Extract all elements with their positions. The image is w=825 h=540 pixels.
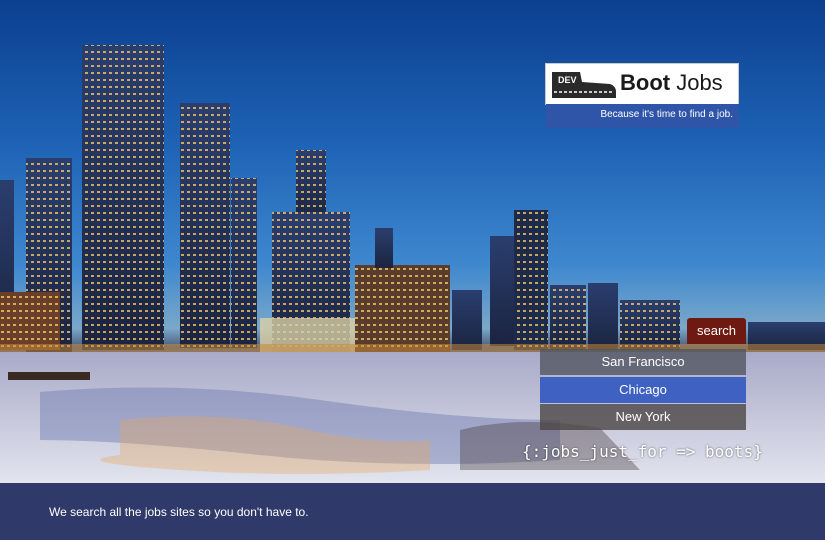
logo-tagline: Because it's time to find a job. [600, 109, 733, 120]
dev-boot-jobs-logo[interactable]: DEV Boot Jobs Because it's time to find … [545, 63, 739, 128]
logo-title-bold: Boot [620, 70, 671, 95]
boot-icon: DEV [552, 72, 616, 98]
city-option-san-francisco[interactable]: San Francisco [540, 349, 746, 375]
logo-header: DEV Boot Jobs [545, 63, 739, 105]
logo-title: Boot Jobs [620, 70, 723, 96]
logo-icon-text: DEV [558, 75, 577, 85]
footer-text: We search all the jobs sites so you don'… [49, 505, 309, 519]
footer: We search all the jobs sites so you don'… [0, 483, 825, 540]
logo-tagline-band: Because it's time to find a job. [546, 104, 739, 128]
city-option-chicago[interactable]: Chicago [540, 377, 746, 403]
city-option-new-york[interactable]: New York [540, 404, 746, 430]
code-tagline: {:jobs_just_for => boots} [522, 442, 763, 461]
logo-title-rest: Jobs [670, 70, 723, 95]
search-button[interactable]: search [687, 318, 746, 344]
